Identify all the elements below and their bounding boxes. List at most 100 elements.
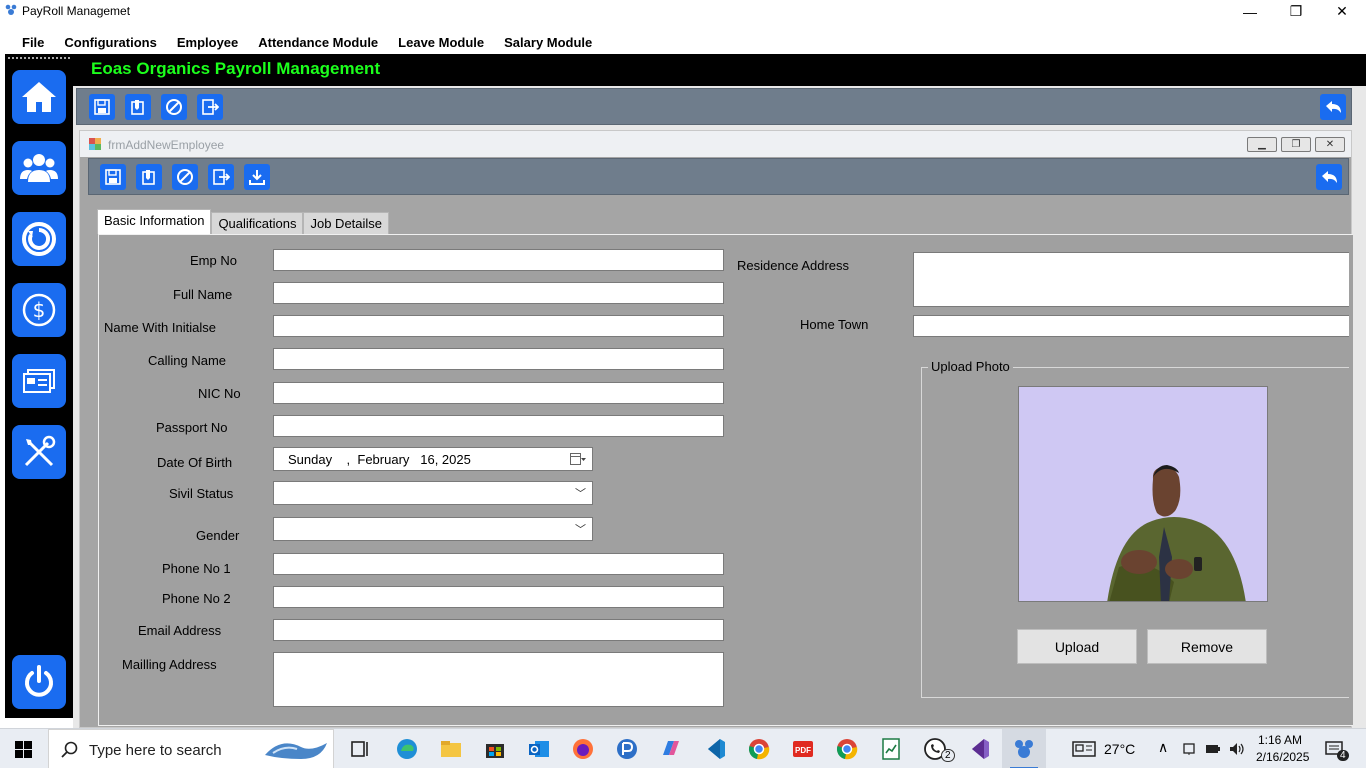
visual-studio-icon[interactable]	[967, 737, 991, 761]
menu-configurations[interactable]: Configurations	[64, 35, 156, 50]
edit-button[interactable]	[125, 94, 151, 120]
power-button[interactable]	[12, 655, 66, 709]
residence-address-input[interactable]	[913, 252, 1349, 307]
dob-value: Sunday , February 16, 2025	[288, 452, 471, 467]
exit-icon	[213, 169, 230, 185]
chevron-up-icon[interactable]: ∧	[1158, 739, 1168, 756]
menu-file[interactable]: File	[22, 35, 44, 50]
salary-icon: $	[22, 293, 56, 327]
payroll-taskbar-app[interactable]	[1002, 729, 1046, 768]
minimize-button[interactable]: —	[1227, 0, 1273, 23]
news-widget-icon[interactable]	[1072, 741, 1096, 757]
edit-icon	[131, 100, 144, 115]
menu-salary-module[interactable]: Salary Module	[504, 35, 592, 50]
tab-job-details[interactable]: Job Detailse	[303, 212, 390, 234]
close-button[interactable]: ✕	[1319, 0, 1365, 23]
svg-text:PDF: PDF	[795, 746, 811, 755]
edit-icon	[142, 170, 155, 185]
firefox-icon[interactable]	[571, 737, 595, 761]
home-town-input[interactable]	[913, 315, 1349, 337]
pdf-icon[interactable]: PDF	[791, 737, 815, 761]
menu-leave-module[interactable]: Leave Module	[398, 35, 484, 50]
cancel-button[interactable]	[161, 94, 187, 120]
form-back-button[interactable]	[1316, 164, 1342, 190]
dob-label: Date Of Birth	[157, 455, 233, 470]
cards-icon	[23, 369, 55, 393]
spreadsheet-icon[interactable]	[879, 737, 903, 761]
pycharm-icon[interactable]	[615, 737, 639, 761]
refresh-button[interactable]	[12, 212, 66, 266]
form-edit-button[interactable]	[136, 164, 162, 190]
menu-bar: File Configurations Employee Attendance …	[0, 30, 1366, 54]
chrome-icon[interactable]	[835, 737, 859, 761]
file-explorer-icon[interactable]	[439, 737, 463, 761]
vscode-icon[interactable]	[703, 737, 727, 761]
employees-button[interactable]	[12, 141, 66, 195]
child-close-button[interactable]: ✕	[1315, 137, 1345, 152]
sidebar-grip	[8, 57, 70, 61]
volume-icon[interactable]	[1228, 741, 1246, 757]
network-icon[interactable]	[1182, 742, 1196, 756]
copilot-icon[interactable]	[659, 737, 683, 761]
form-download-button[interactable]	[244, 164, 270, 190]
nic-no-input[interactable]	[273, 382, 724, 404]
full-name-input[interactable]	[273, 282, 724, 304]
child-minimize-button[interactable]: ▁	[1247, 137, 1277, 152]
tab-basic-information[interactable]: Basic Information	[97, 209, 212, 234]
phone1-input[interactable]	[273, 553, 724, 575]
person-photo-image	[1019, 387, 1267, 601]
menu-attendance-module[interactable]: Attendance Module	[258, 35, 378, 50]
save-button[interactable]	[89, 94, 115, 120]
tab-qualifications[interactable]: Qualifications	[211, 212, 304, 234]
back-button[interactable]	[1320, 94, 1346, 120]
upload-button[interactable]: Upload	[1017, 629, 1137, 664]
menu-employee[interactable]: Employee	[177, 35, 238, 50]
name-initials-input[interactable]	[273, 315, 724, 337]
clock-date[interactable]: 2/16/2025	[1256, 750, 1309, 764]
windows-start-icon[interactable]	[15, 741, 32, 758]
gender-select[interactable]: ﹀	[273, 517, 593, 541]
tools-button[interactable]	[12, 425, 66, 479]
tools-icon	[24, 435, 56, 467]
chrome-icon[interactable]	[747, 737, 771, 761]
email-input[interactable]	[273, 619, 724, 641]
restore-button[interactable]: ❐	[1273, 0, 1319, 23]
chevron-down-icon: ﹀	[575, 524, 586, 536]
salary-button[interactable]: $	[12, 283, 66, 337]
edge-icon[interactable]	[395, 737, 419, 761]
emp-no-input[interactable]	[273, 249, 724, 271]
calling-name-input[interactable]	[273, 348, 724, 370]
task-view-icon[interactable]	[349, 737, 373, 761]
civil-status-select[interactable]: ﹀	[273, 481, 593, 505]
cards-button[interactable]	[12, 354, 66, 408]
home-button[interactable]	[12, 70, 66, 124]
search-highlight-icon	[265, 743, 327, 759]
gender-label: Gender	[196, 528, 240, 543]
form-save-button[interactable]	[100, 164, 126, 190]
weather-temperature[interactable]: 27°C	[1104, 741, 1135, 757]
back-icon	[1326, 101, 1341, 113]
name-initials-label: Name With Initialse	[104, 320, 216, 335]
svg-text:$: $	[33, 298, 46, 322]
download-icon	[249, 170, 265, 185]
form-exit-button[interactable]	[208, 164, 234, 190]
form-cancel-button[interactable]	[172, 164, 198, 190]
mailing-address-input[interactable]	[273, 652, 724, 707]
store-icon[interactable]	[483, 737, 507, 761]
exit-button[interactable]	[197, 94, 223, 120]
exit-icon	[202, 99, 219, 115]
remove-button[interactable]: Remove	[1147, 629, 1267, 664]
dob-date-picker[interactable]: Sunday , February 16, 2025	[273, 447, 593, 471]
company-header: Eoas Organics Payroll Management	[73, 54, 1366, 86]
email-label: Email Address	[138, 623, 222, 638]
taskbar-search[interactable]: Type here to search	[48, 729, 334, 768]
outlook-icon[interactable]	[527, 737, 551, 761]
battery-icon[interactable]	[1205, 743, 1221, 755]
passport-no-input[interactable]	[273, 415, 724, 437]
full-name-label: Full Name	[173, 287, 233, 302]
phone2-input[interactable]	[273, 586, 724, 608]
employees-icon	[20, 154, 58, 182]
clock-time[interactable]: 1:16 AM	[1258, 733, 1302, 747]
child-restore-button[interactable]: ❐	[1281, 137, 1311, 152]
cancel-icon	[177, 169, 193, 185]
